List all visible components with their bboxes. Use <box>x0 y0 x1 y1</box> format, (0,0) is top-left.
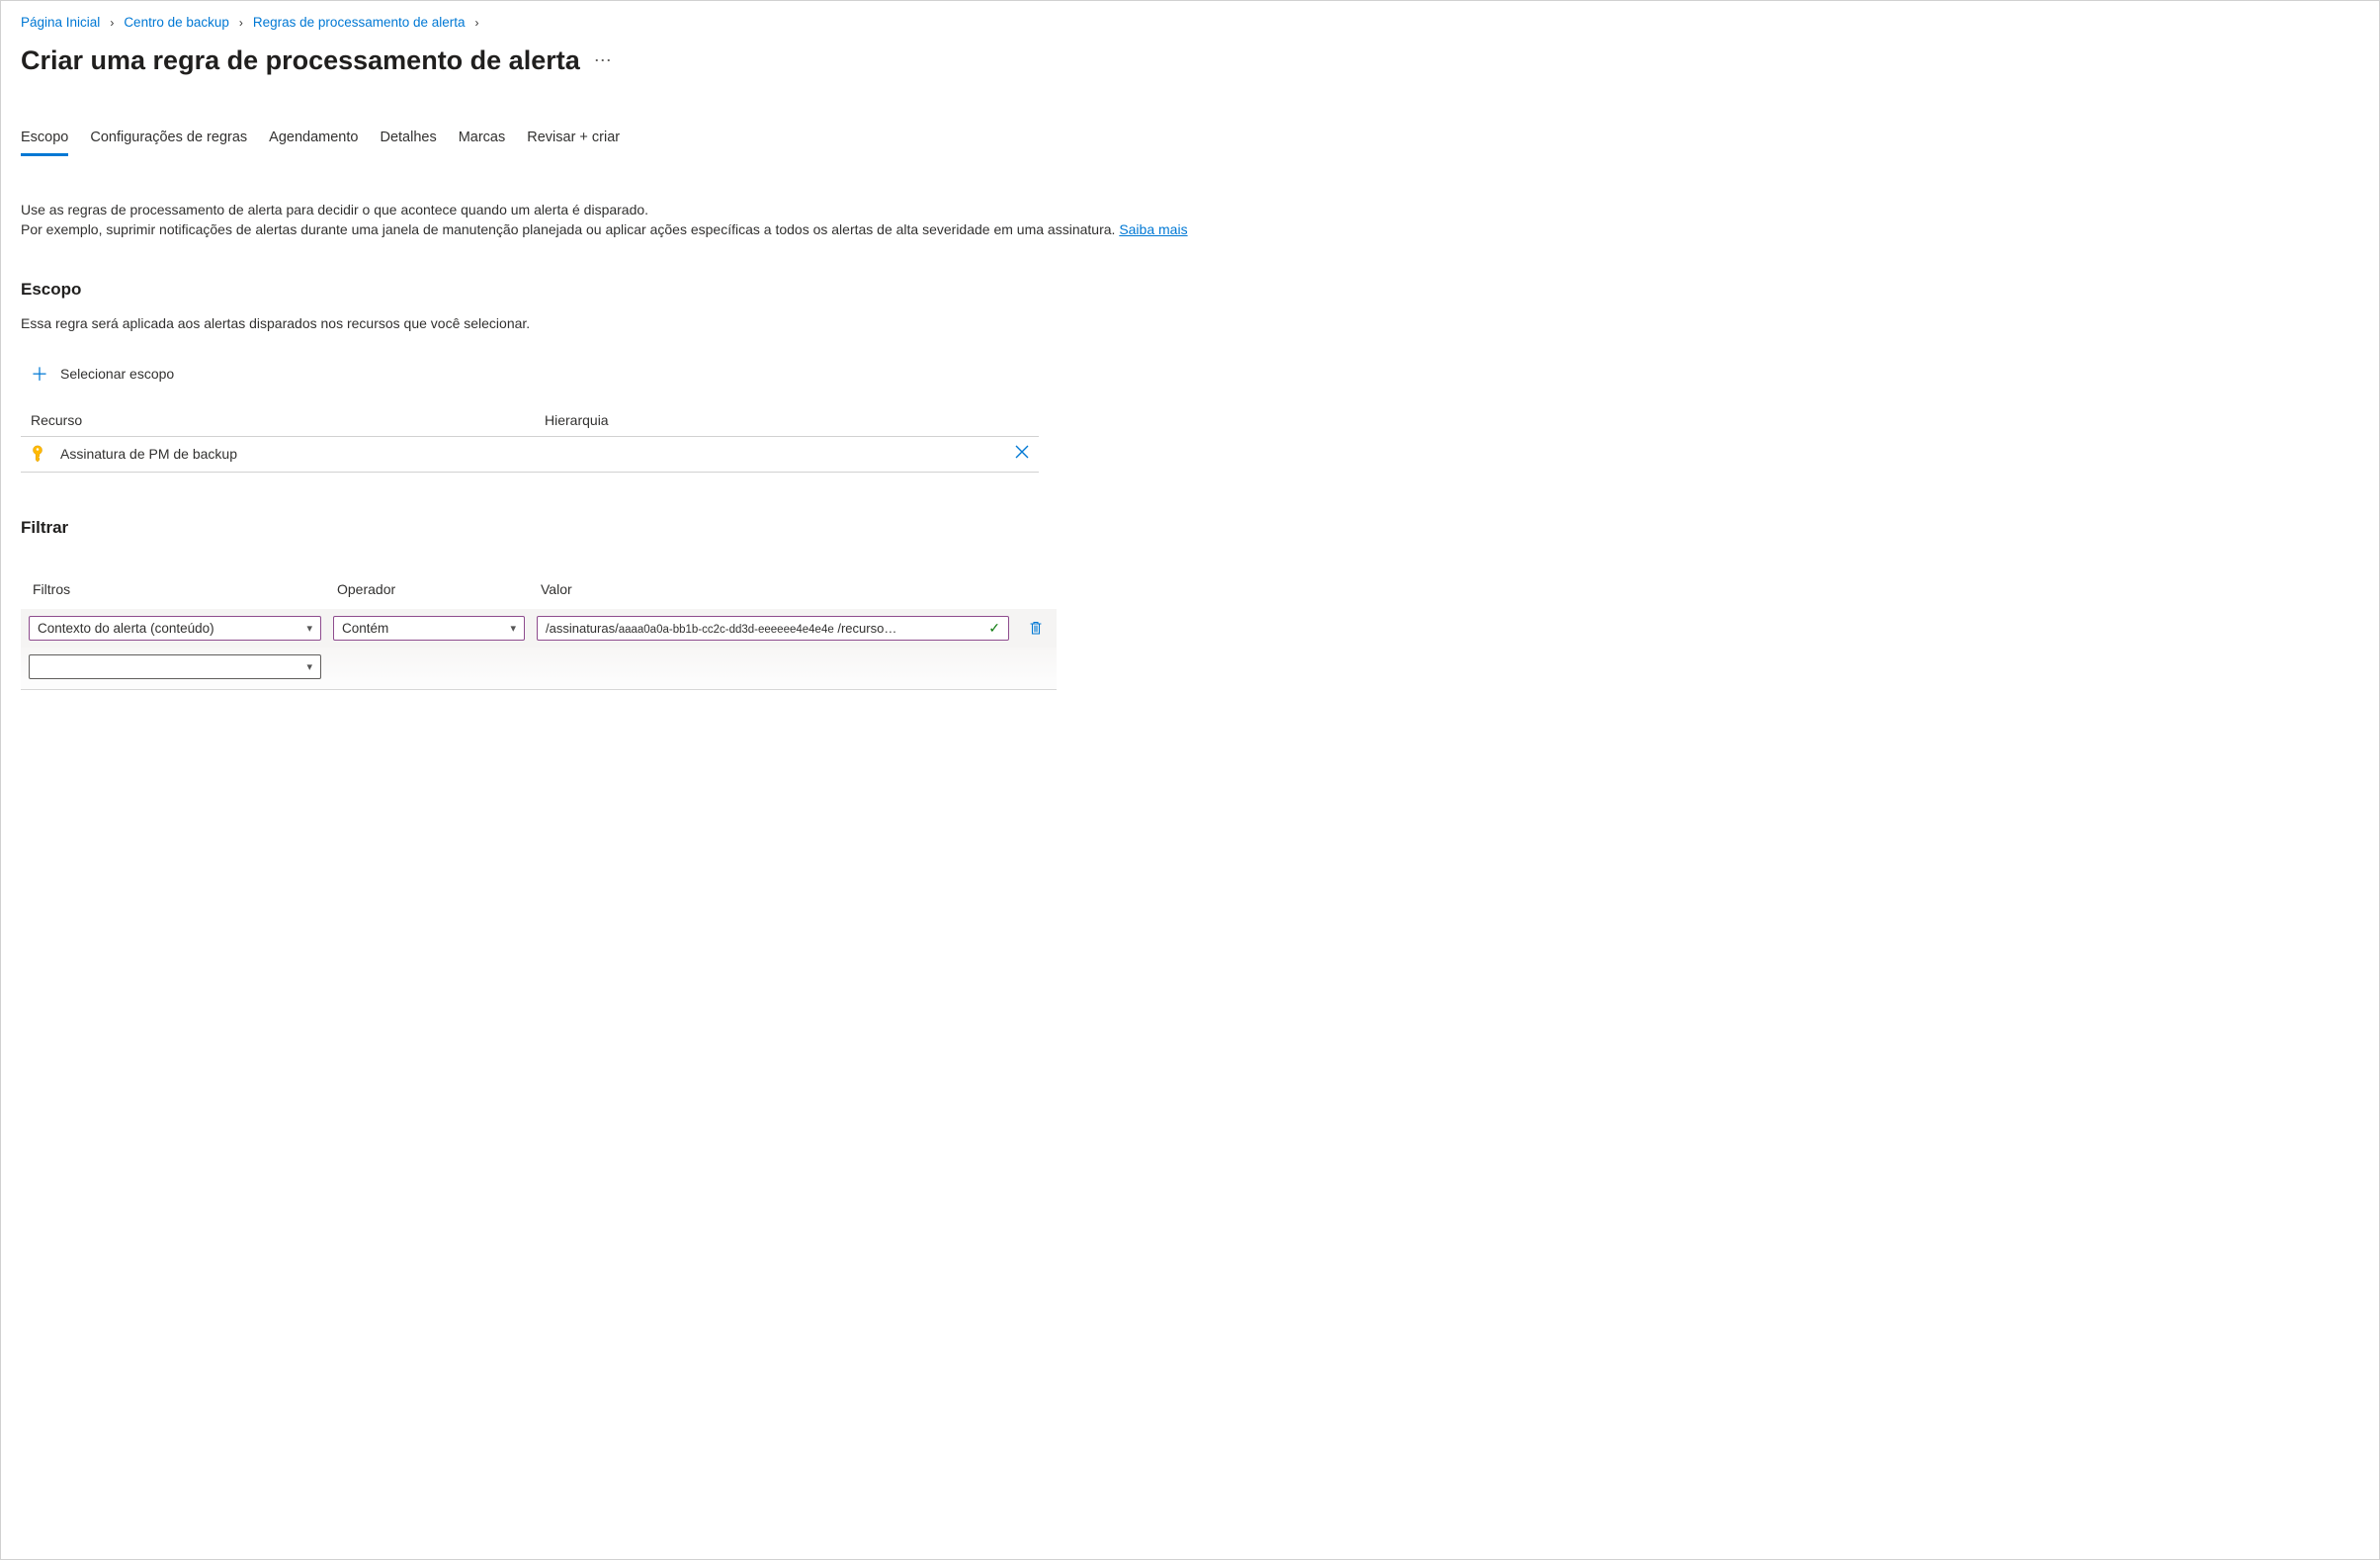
filter-grid: Filtros Operador Valor Contexto do alert… <box>21 581 1057 690</box>
scope-row: Assinatura de PM de backup <box>21 437 1039 473</box>
filter-row-empty: ▾ <box>21 648 1057 690</box>
chevron-down-icon: ▾ <box>306 622 312 635</box>
filter-col-operator: Operador <box>337 581 529 597</box>
scope-row-name: Assinatura de PM de backup <box>60 446 237 462</box>
tab-rule-settings[interactable]: Configurações de regras <box>90 130 247 156</box>
filter-operator-value: Contém <box>342 621 388 636</box>
tab-scope[interactable]: Escopo <box>21 130 68 156</box>
description-text: Use as regras de processamento de alerta… <box>21 200 1286 240</box>
tab-bar: Escopo Configurações de regras Agendamen… <box>21 130 2359 156</box>
filter-field-dropdown-empty[interactable]: ▾ <box>29 654 321 679</box>
description-line2: Por exemplo, suprimir notificações de al… <box>21 221 1119 237</box>
breadcrumb-link-backup-center[interactable]: Centro de backup <box>124 15 229 30</box>
scope-subtext: Essa regra será aplicada aos alertas dis… <box>21 315 2359 331</box>
filter-row: Contexto do alerta (conteúdo) ▾ Contém ▾… <box>21 609 1057 648</box>
scope-heading: Escopo <box>21 280 2359 300</box>
checkmark-icon: ✓ <box>988 620 1000 637</box>
filter-field-dropdown[interactable]: Contexto do alerta (conteúdo) ▾ <box>29 616 321 641</box>
scope-table: Recurso Hierarquia Assinatura de PM de b… <box>21 406 1039 473</box>
tab-review-create[interactable]: Revisar + criar <box>527 130 620 156</box>
subscription-key-icon <box>31 445 44 463</box>
scope-col-hierarchy: Hierarquia <box>545 412 997 428</box>
learn-more-link[interactable]: Saiba mais <box>1119 221 1187 237</box>
tab-tags[interactable]: Marcas <box>459 130 506 156</box>
plus-icon: ＋ <box>31 361 48 387</box>
filter-col-value: Valor <box>541 581 1013 597</box>
select-scope-button[interactable]: ＋ Selecionar escopo <box>31 361 174 387</box>
close-icon <box>1015 445 1029 459</box>
trash-icon <box>1028 620 1044 636</box>
page-title: Criar uma regra de processamento de aler… <box>21 45 580 76</box>
filter-value-text: /assinaturas/aaaa0a0a-bb1b-cc2c-dd3d-eee… <box>546 621 896 636</box>
chevron-right-icon: › <box>475 16 479 30</box>
filter-heading: Filtrar <box>21 518 2359 538</box>
more-actions-icon[interactable]: ⋯ <box>594 50 613 71</box>
tab-scheduling[interactable]: Agendamento <box>269 130 358 156</box>
select-scope-label: Selecionar escopo <box>60 366 174 382</box>
chevron-down-icon: ▾ <box>306 660 312 673</box>
breadcrumb-link-home[interactable]: Página Inicial <box>21 15 100 30</box>
filter-value-input[interactable]: /assinaturas/aaaa0a0a-bb1b-cc2c-dd3d-eee… <box>537 616 1009 641</box>
filter-col-filters: Filtros <box>33 581 325 597</box>
chevron-right-icon: › <box>239 16 243 30</box>
scope-col-resource: Recurso <box>31 412 545 428</box>
chevron-right-icon: › <box>110 16 114 30</box>
remove-scope-button[interactable] <box>1015 446 1029 463</box>
filter-operator-dropdown[interactable]: Contém ▾ <box>333 616 525 641</box>
description-line1: Use as regras de processamento de alerta… <box>21 202 648 217</box>
delete-filter-button[interactable] <box>1021 620 1051 636</box>
breadcrumb-link-alert-rules[interactable]: Regras de processamento de alerta <box>253 15 466 30</box>
breadcrumb: Página Inicial › Centro de backup › Regr… <box>21 15 2359 30</box>
chevron-down-icon: ▾ <box>510 622 516 635</box>
tab-details[interactable]: Detalhes <box>380 130 436 156</box>
filter-field-value: Contexto do alerta (conteúdo) <box>38 621 214 636</box>
